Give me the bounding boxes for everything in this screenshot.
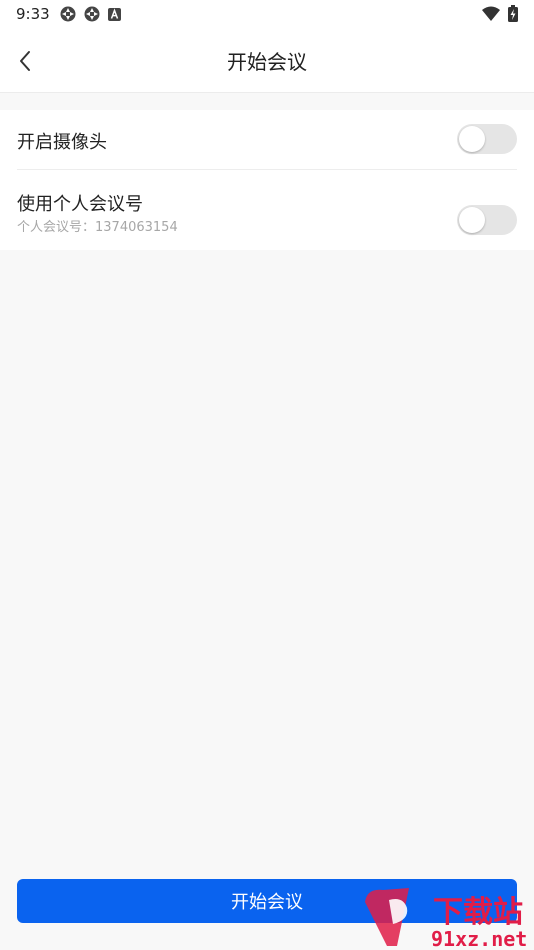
header: 开始会议 xyxy=(0,28,534,93)
status-left-icons xyxy=(60,6,121,22)
watermark-text-en: 91xz.net xyxy=(431,927,527,950)
wifi-icon xyxy=(482,6,500,21)
status-time: 9:33 xyxy=(16,5,50,23)
personal-meeting-id-toggle[interactable] xyxy=(457,205,517,235)
toggle-knob xyxy=(459,126,485,152)
camera-setting-label: 开启摄像头 xyxy=(17,132,107,153)
status-right-icons xyxy=(482,5,518,22)
app-notification-icon xyxy=(84,6,100,22)
page-title: 开始会议 xyxy=(227,50,307,74)
personal-meeting-id-label: 使用个人会议号 xyxy=(17,194,143,215)
watermark-logo: 下载站 91xz.net xyxy=(365,888,527,950)
camera-toggle[interactable] xyxy=(457,124,517,154)
personal-meeting-id-row: 使用个人会议号 个人会议号：1374063154 xyxy=(0,170,534,250)
watermark-text-cn: 下载站 xyxy=(433,895,523,930)
app-notification-icon xyxy=(60,6,76,22)
battery-charging-icon xyxy=(508,5,518,22)
a-text-icon xyxy=(108,7,121,21)
status-bar: 9:33 xyxy=(0,0,534,28)
toggle-knob xyxy=(459,207,485,233)
camera-setting-row: 开启摄像头 xyxy=(0,110,534,170)
personal-meeting-id-value: 个人会议号：1374063154 xyxy=(17,220,178,235)
settings-card: 开启摄像头 使用个人会议号 个人会议号：1374063154 xyxy=(0,110,534,250)
